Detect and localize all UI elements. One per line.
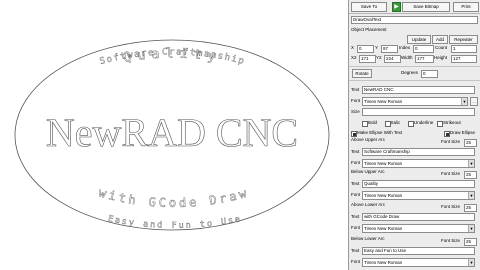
- font-size-label: Font Size: [441, 238, 461, 243]
- arc1-text-field[interactable]: Software Craftmanship: [362, 148, 475, 156]
- chevron-down-icon: ▼: [461, 98, 467, 105]
- font-label: Font: [351, 192, 361, 197]
- arc2-text-field[interactable]: Quality: [362, 180, 475, 188]
- font-select[interactable]: Times New Roman ▼: [362, 97, 468, 106]
- font-label: Font: [351, 98, 361, 103]
- arc-text-bottom-inner: with GCode Draw: [97, 185, 251, 210]
- above-upper-arc-label: Above Upper Arc: [351, 137, 386, 142]
- rotate-button[interactable]: Rotate: [352, 69, 372, 78]
- font-label: Font: [351, 259, 361, 264]
- repeater-button[interactable]: Repeater: [449, 35, 478, 44]
- bold-label: Bold: [368, 120, 378, 125]
- x-field[interactable]: 0: [357, 45, 374, 53]
- arc2-font-size-field[interactable]: 25: [464, 171, 477, 179]
- text-field[interactable]: NewRAD CNC: [362, 86, 475, 94]
- arc3-text-field[interactable]: with GCode Draw: [362, 213, 475, 221]
- font-label: Font: [351, 225, 361, 230]
- text-label: Text: [351, 214, 360, 219]
- arc3-font-select-value: Times New Roman: [364, 226, 403, 231]
- width-field[interactable]: 177: [415, 55, 434, 63]
- drawing-canvas[interactable]: Software Craftmanship Quality NewRAD CNC…: [0, 0, 348, 270]
- font-size-label: Font Size: [441, 204, 461, 209]
- arc3-font-select[interactable]: Times New Roman ▼: [362, 224, 475, 233]
- update-button[interactable]: Update: [407, 35, 431, 44]
- print-button[interactable]: Print: [453, 2, 479, 12]
- draw-ellipse-label: Draw Ellipse: [450, 130, 476, 135]
- mode-field[interactable]: DrawOvalText: [351, 16, 478, 24]
- below-lower-arc-label: Below Lower Arc: [351, 236, 385, 241]
- arc4-text-field[interactable]: Easy and Fun to Use: [362, 247, 475, 255]
- text-label: Text: [351, 87, 360, 92]
- font-browse-button[interactable]: …: [470, 97, 478, 106]
- main-text: NewRAD CNC: [46, 110, 298, 155]
- degrees-field[interactable]: 0: [421, 70, 438, 78]
- chevron-down-icon: ▼: [468, 225, 474, 232]
- arc4-font-select[interactable]: Times New Roman ▼: [362, 258, 475, 267]
- font-size-label: Font Size: [441, 139, 461, 144]
- add-button[interactable]: Add: [432, 35, 448, 44]
- height-field[interactable]: 127: [451, 55, 477, 63]
- font-label: Font: [351, 160, 361, 165]
- divider: [349, 66, 480, 67]
- font-select-value: Times New Roman: [364, 99, 403, 104]
- arc2-font-select-value: Times New Roman: [364, 193, 403, 198]
- count-label: Count: [435, 45, 448, 50]
- chevron-down-icon: ▼: [468, 259, 474, 266]
- chevron-down-icon: ▼: [468, 160, 474, 167]
- arc1-font-select-value: Times New Roman: [364, 161, 403, 166]
- make-ellipse-label: Make Ellipse With Text: [357, 130, 403, 135]
- arc-text-bottom-outer: Easy and Fun to Use: [107, 214, 243, 231]
- play-icon[interactable]: ▶: [392, 2, 401, 12]
- arc1-font-size-field[interactable]: 25: [464, 139, 477, 147]
- strikeout-label: Strikeout: [443, 120, 461, 125]
- arc4-font-size-field[interactable]: 25: [464, 238, 477, 246]
- width-label: Width: [401, 55, 413, 60]
- index-label: Index: [399, 45, 411, 50]
- count-field[interactable]: 1: [451, 45, 477, 53]
- text-label: Text: [351, 248, 360, 253]
- y2-field[interactable]: 224: [384, 55, 401, 63]
- y-field[interactable]: 97: [381, 45, 398, 53]
- x-label: X: [351, 45, 355, 50]
- control-panel: Save To ▶ Save Bitmap Print DrawOvalText…: [349, 0, 480, 270]
- size-label: Size: [351, 109, 360, 114]
- arc3-font-size-field[interactable]: 25: [464, 204, 477, 212]
- save-bitmap-button[interactable]: Save Bitmap: [402, 2, 450, 12]
- underline-label: Underline: [414, 120, 434, 125]
- object-placement-label: Object Placement: [351, 27, 387, 32]
- arc4-font-select-value: Times New Roman: [364, 260, 403, 265]
- chevron-down-icon: ▼: [468, 192, 474, 199]
- canvas-drawing: Software Craftmanship Quality NewRAD CNC…: [14, 39, 330, 231]
- font-size-label: Font Size: [441, 171, 461, 176]
- divider: [349, 80, 480, 81]
- below-upper-arc-label: Below Upper Arc: [351, 169, 385, 174]
- above-lower-arc-label: Above Lower Arc: [351, 202, 386, 207]
- save-to-button[interactable]: Save To: [351, 2, 387, 12]
- x2-field[interactable]: 171: [359, 55, 376, 63]
- x2-label: X2: [351, 55, 357, 60]
- arc1-font-select[interactable]: Times New Roman ▼: [362, 159, 475, 168]
- degrees-label: Degrees: [401, 70, 419, 75]
- italic-label: Italic: [391, 120, 401, 125]
- text-label: Text: [351, 181, 360, 186]
- y-label: Y: [375, 45, 379, 50]
- index-field[interactable]: 0: [413, 45, 434, 53]
- toolbar: Save To ▶ Save Bitmap Print: [349, 0, 480, 14]
- text-label: Text: [351, 149, 360, 154]
- y2-label: Y2: [376, 55, 382, 60]
- size-field[interactable]: [362, 108, 475, 116]
- height-label: Height: [434, 55, 448, 60]
- arc2-font-select[interactable]: Times New Roman ▼: [362, 191, 475, 200]
